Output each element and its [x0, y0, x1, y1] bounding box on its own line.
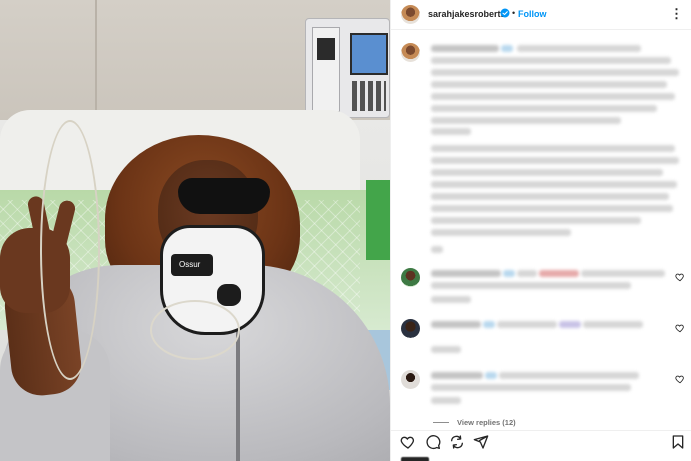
cable [40, 120, 100, 380]
separator-dot: • [512, 8, 516, 18]
pad-tag [366, 180, 390, 260]
more-options-icon[interactable]: ⋮ [670, 6, 683, 22]
send-icon[interactable] [473, 434, 489, 450]
commenter-avatar[interactable] [401, 370, 420, 389]
post-sidebar: sarahjakesroberts • Follow ⋮ View replie… [390, 0, 691, 461]
comment-icon[interactable] [425, 434, 441, 450]
sunglasses [178, 178, 270, 214]
author-username[interactable]: sarahjakesroberts [428, 9, 506, 19]
wall-seam [95, 0, 97, 120]
like-comment-icon[interactable] [675, 272, 685, 282]
bookmark-icon[interactable] [670, 434, 686, 450]
view-replies-button[interactable]: View replies (12) [433, 418, 516, 427]
follow-button[interactable]: Follow [518, 9, 547, 19]
caption-author-avatar[interactable] [401, 43, 420, 62]
view-replies-label: View replies (12) [457, 418, 516, 427]
replies-line [433, 422, 449, 423]
author-avatar[interactable] [401, 5, 420, 24]
like-comment-icon[interactable] [675, 323, 685, 333]
commenter-avatar[interactable] [401, 319, 420, 338]
cable [150, 300, 240, 360]
action-bar [391, 430, 691, 461]
verified-badge-icon [500, 8, 510, 18]
post-header: sarahjakesroberts • Follow ⋮ [391, 0, 691, 30]
post-image[interactable]: Ossur [0, 0, 390, 461]
infusion-pump [305, 18, 390, 118]
hoodie-zipper [236, 330, 240, 461]
heart-icon[interactable] [400, 434, 416, 450]
share-icon[interactable] [449, 434, 465, 450]
likes-count [401, 457, 429, 461]
neck-brace-brand: Ossur [179, 260, 201, 269]
commenter-avatar[interactable] [401, 268, 420, 287]
like-comment-icon[interactable] [675, 374, 685, 384]
